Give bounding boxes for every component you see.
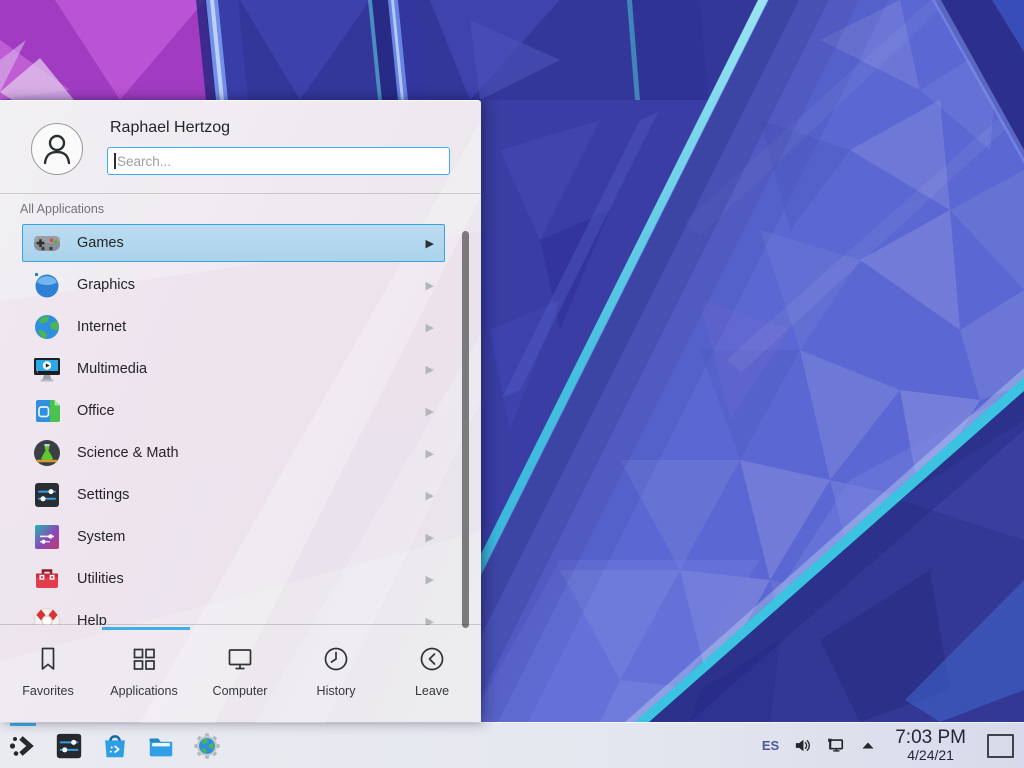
system-settings-icon — [54, 731, 84, 761]
submenu-arrow-icon: ▶ — [426, 573, 434, 586]
desktop: Raphael Hertzog All Applications G — [0, 0, 1024, 768]
submenu-arrow-icon: ▶ — [426, 531, 434, 544]
category-label: Settings — [77, 487, 426, 503]
application-launcher-popup: Raphael Hertzog All Applications G — [0, 100, 481, 722]
tab-label: Applications — [110, 684, 177, 698]
monitor-icon — [225, 644, 255, 674]
sliders-dark-icon — [31, 479, 63, 511]
volume-icon — [793, 736, 812, 755]
submenu-arrow-icon: ▶ — [426, 363, 434, 376]
list-scrollbar[interactable] — [462, 231, 469, 628]
category-row-multimedia[interactable]: Multimedia ▶ — [22, 350, 445, 388]
tab-applications[interactable]: Applications — [96, 625, 192, 722]
clock-time: 7:03 PM — [895, 728, 966, 748]
submenu-arrow-icon: ▶ — [426, 489, 434, 502]
tab-label: Favorites — [22, 684, 73, 698]
taskbar-system-settings-button[interactable] — [54, 731, 84, 761]
category-label: Utilities — [77, 571, 426, 587]
media-monitor-icon — [31, 353, 63, 385]
bookmark-icon — [33, 644, 63, 674]
category-row-help[interactable]: Help ▶ — [22, 602, 445, 625]
kde-launcher-icon — [8, 731, 38, 761]
submenu-arrow-icon: ▶ — [426, 321, 434, 334]
category-label: Science & Math — [77, 445, 426, 461]
tab-history[interactable]: History — [288, 625, 384, 722]
active-task-indicator — [10, 723, 36, 726]
category-label: Office — [77, 403, 426, 419]
grid-icon — [129, 644, 159, 674]
gamepad-icon — [31, 227, 63, 259]
category-label: System — [77, 529, 426, 545]
category-row-system[interactable]: System ▶ — [22, 518, 445, 556]
user-avatar[interactable] — [31, 123, 83, 175]
category-label: Games — [77, 235, 426, 251]
submenu-arrow-icon: ▶ — [426, 237, 434, 250]
category-row-science-math[interactable]: Science & Math ▶ — [22, 434, 445, 472]
tab-favorites[interactable]: Favorites — [0, 625, 96, 722]
tab-label: Leave — [415, 684, 449, 698]
documents-icon — [31, 395, 63, 427]
application-category-list: Games ▶ Graphics ▶ — [0, 224, 481, 625]
volume-button[interactable] — [792, 736, 812, 756]
toolbox-icon — [31, 563, 63, 595]
category-row-games[interactable]: Games ▶ — [22, 224, 445, 262]
network-icon — [825, 735, 845, 756]
tab-label: History — [317, 684, 356, 698]
file-manager-folder-icon — [146, 731, 176, 761]
leave-circle-icon — [417, 644, 447, 674]
submenu-arrow-icon: ▶ — [426, 405, 434, 418]
blue-sphere-icon — [31, 269, 63, 301]
user-name: Raphael Hertzog — [110, 119, 230, 137]
category-label: Internet — [77, 319, 426, 335]
category-row-graphics[interactable]: Graphics ▶ — [22, 266, 445, 304]
system-tray: ES 7:03 — [762, 728, 1024, 763]
clock-date: 4/24/21 — [895, 748, 966, 763]
globe-icon — [31, 311, 63, 343]
text-cursor — [114, 153, 116, 169]
search-input[interactable] — [107, 147, 450, 175]
network-button[interactable] — [825, 736, 845, 756]
tab-computer[interactable]: Computer — [192, 625, 288, 722]
taskbar-globe-settings-button[interactable] — [192, 731, 222, 761]
flask-icon — [31, 437, 63, 469]
category-label: Graphics — [77, 277, 426, 293]
submenu-arrow-icon: ▶ — [426, 447, 434, 460]
lifebuoy-icon — [31, 605, 63, 625]
launcher-footer-tabs: Favorites Applications — [0, 624, 481, 722]
discover-bag-icon — [100, 731, 130, 761]
show-desktop-button[interactable] — [987, 734, 1014, 758]
taskbar-discover-button[interactable] — [100, 731, 130, 761]
system-slider-icon — [31, 521, 63, 553]
expand-tray-button[interactable] — [858, 736, 878, 756]
globe-gear-icon — [193, 732, 221, 760]
category-row-utilities[interactable]: Utilities ▶ — [22, 560, 445, 598]
keyboard-layout-indicator[interactable]: ES — [762, 738, 779, 753]
digital-clock[interactable]: 7:03 PM 4/24/21 — [895, 728, 966, 763]
submenu-arrow-icon: ▶ — [426, 279, 434, 292]
tab-label: Computer — [213, 684, 268, 698]
category-row-office[interactable]: Office ▶ — [22, 392, 445, 430]
category-label: Multimedia — [77, 361, 426, 377]
category-row-internet[interactable]: Internet ▶ — [22, 308, 445, 346]
category-row-settings[interactable]: Settings ▶ — [22, 476, 445, 514]
clock-icon — [321, 644, 351, 674]
launcher-header: Raphael Hertzog — [0, 101, 481, 194]
taskbar-kde-launcher-button[interactable] — [8, 731, 38, 761]
user-silhouette-icon — [37, 129, 77, 169]
tab-leave[interactable]: Leave — [384, 625, 480, 722]
expand-tray-arrow-icon — [860, 738, 876, 754]
section-label: All Applications — [20, 202, 104, 216]
taskbar-panel: ES 7:03 — [0, 722, 1024, 768]
taskbar-file-manager-button[interactable] — [146, 731, 176, 761]
